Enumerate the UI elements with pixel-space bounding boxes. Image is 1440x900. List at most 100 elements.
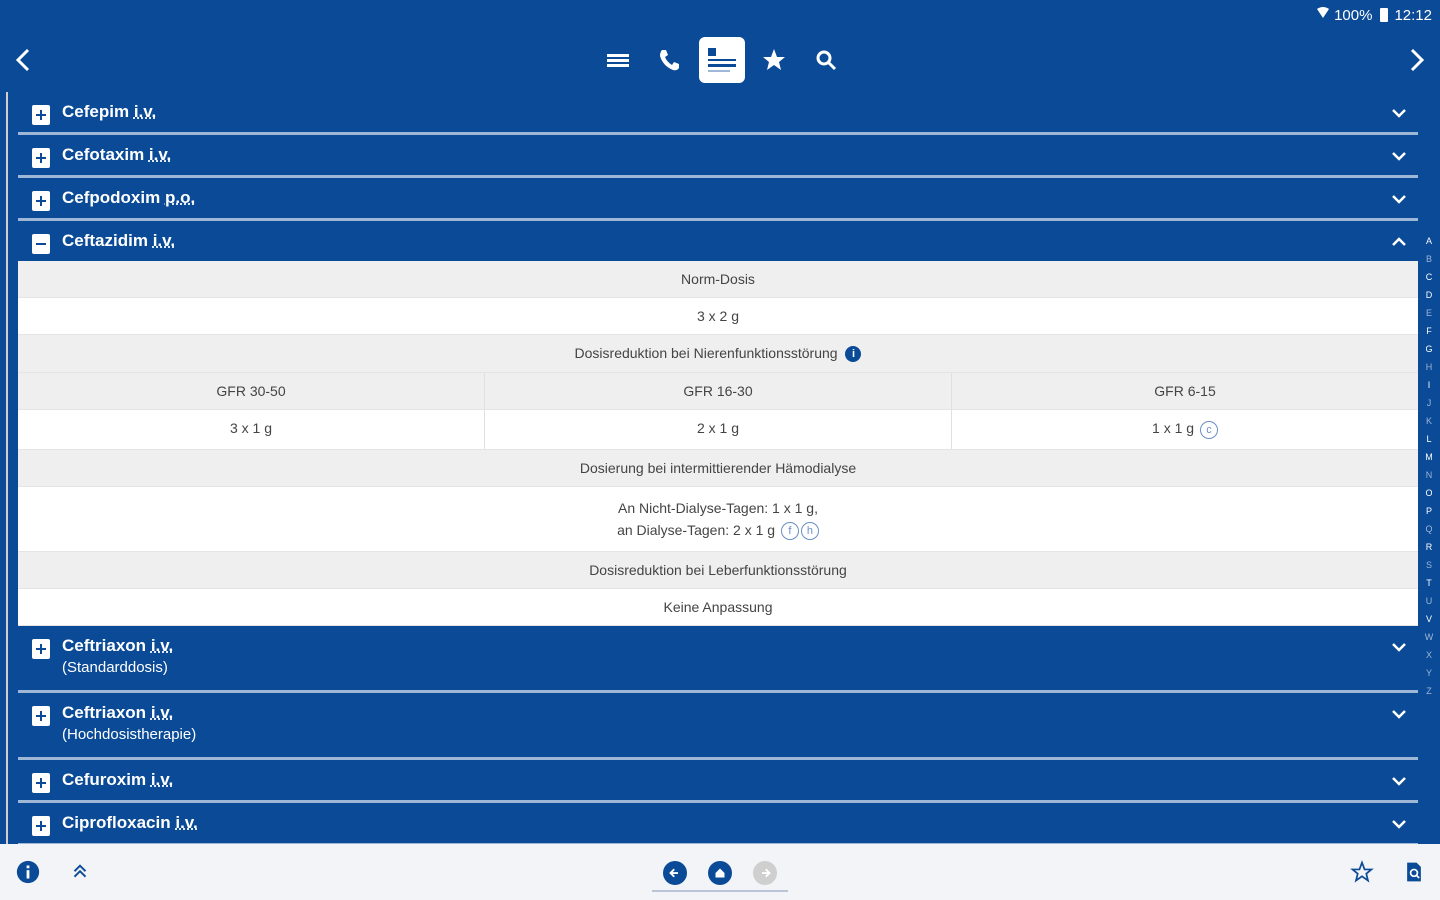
search-button[interactable] [800,36,852,84]
document-search-button[interactable] [1400,858,1428,886]
index-letter[interactable]: H [1426,358,1433,376]
gfr-value: 1 x 1 g [1152,420,1195,437]
collapse-icon [32,234,50,254]
drug-route: i.v. [148,145,172,164]
drug-row[interactable]: Ceftriaxon i.v. (Standarddosis) [18,625,1418,693]
search-icon [816,50,837,71]
index-letter[interactable]: Z [1426,682,1432,700]
info-icon[interactable]: i [845,346,862,363]
index-letter[interactable]: Y [1426,664,1432,682]
scroll-top-button[interactable] [66,858,94,886]
renal-reduction-header: Dosisreduktion bei Nierenfunktionsstörun… [18,335,1418,374]
dialysis-value: An Nicht-Dialyse-Tagen: 1 x 1 g, an Dial… [18,487,1418,552]
gfr-header: GFR 6-15 [952,373,1418,410]
drug-row[interactable]: Cefuroxim i.v. [18,759,1418,803]
index-letter[interactable]: T [1426,574,1432,592]
page-navigator [652,856,788,892]
previous-page-button[interactable] [662,861,687,885]
index-letter[interactable]: S [1426,556,1432,574]
norm-dose-label: Norm-Dosis [18,261,1418,298]
drug-row[interactable]: Cefotaxim i.v. [18,135,1418,178]
gfr-header: GFR 16-30 [485,373,952,410]
bottom-toolbar [0,844,1440,900]
star-outline-icon [1350,860,1374,883]
index-letter[interactable]: P [1426,502,1432,520]
drug-row-expanded[interactable]: Ceftazidim i.v. [18,221,1418,261]
index-letter[interactable]: D [1426,286,1433,304]
next-page-button[interactable] [753,861,778,885]
drug-route: i.v. [150,769,174,789]
expand-icon [32,638,50,659]
expand-icon [32,191,50,211]
chevron-down-icon [1392,819,1406,829]
index-letter[interactable]: O [1425,484,1432,502]
arrow-right-icon [762,868,772,878]
drug-name: Ciprofloxacin [62,812,171,832]
drug-row[interactable]: Ceftriaxon i.v. (Hochdosistherapie) [18,692,1418,760]
index-letter[interactable]: Q [1425,520,1432,538]
alphabet-index[interactable]: A B C D E F G H I J K L M N O P Q R S T … [1420,232,1438,700]
status-bar: 100% 12:12 [0,0,1440,30]
index-letter[interactable]: N [1426,466,1433,484]
index-letter[interactable]: L [1426,430,1431,448]
battery-level: 100% [1334,6,1373,24]
drug-row[interactable]: Cefepim i.v. [18,92,1418,135]
arrow-left-icon [668,868,678,878]
drug-name: Cefepim [62,102,130,121]
drug-name: Ceftriaxon [62,635,147,655]
top-toolbar [0,30,1440,90]
drug-route: i.v. [175,812,198,832]
drug-name: Ceftazidim [62,231,148,250]
menu-button[interactable] [592,36,644,84]
document-button[interactable] [696,36,748,84]
index-letter[interactable]: F [1426,322,1432,340]
index-letter[interactable]: A [1426,232,1432,250]
index-letter[interactable]: G [1425,340,1432,358]
info-button[interactable] [14,858,42,886]
index-letter[interactable]: K [1426,412,1432,430]
gfr-value: 2 x 1 g [485,410,952,449]
footnote-marker[interactable]: c [1199,420,1218,439]
index-letter[interactable]: W [1425,628,1434,646]
renal-reduction-label: Dosisreduktion bei Nierenfunktionsstörun… [574,345,838,361]
back-arrow-icon[interactable] [8,44,38,76]
index-letter[interactable]: V [1426,610,1432,628]
drug-name: Cefpodoxim [62,188,161,207]
gfr-values: 3 x 1 g 2 x 1 g 1 x 1 g c [18,410,1418,450]
index-letter[interactable]: X [1426,646,1432,664]
drug-row[interactable]: Cefpodoxim p.o. [18,178,1418,221]
drug-list: Cefepim i.v. Cefotaxim i.v. Cefpodoxim p… [8,92,1420,844]
clock: 12:12 [1394,6,1432,24]
phone-button[interactable] [644,36,696,84]
expand-icon [32,148,50,168]
chevron-down-icon [1392,109,1406,118]
forward-arrow-icon[interactable] [1402,44,1432,76]
drug-route: i.v. [133,102,157,121]
index-letter[interactable]: J [1427,394,1432,412]
drug-name: Cefotaxim [62,145,145,164]
dialysis-line-1: An Nicht-Dialyse-Tagen: 1 x 1 g, [618,499,818,516]
index-letter[interactable]: I [1428,376,1431,394]
add-favorite-button[interactable] [1348,858,1376,886]
expand-icon [32,105,50,125]
home-icon [715,868,725,878]
list-icon [607,54,629,67]
home-page-button[interactable] [707,861,732,885]
favorites-button[interactable] [748,36,800,84]
footnote-marker[interactable]: f [780,521,799,540]
index-letter[interactable]: E [1426,304,1432,322]
drug-name: Ceftriaxon [62,702,147,722]
footnote-marker[interactable]: h [800,521,819,540]
drug-name: Cefuroxim [62,769,147,789]
liver-reduction-value: Keine Anpassung [18,589,1418,626]
index-letter[interactable]: R [1426,538,1433,556]
chevron-down-icon [1392,776,1406,786]
drug-row[interactable]: Ciprofloxacin i.v. [18,802,1418,844]
index-letter[interactable]: U [1426,592,1433,610]
index-letter[interactable]: B [1426,250,1432,268]
gfr-header: GFR 30-50 [18,373,485,410]
double-chevron-up-icon [73,864,87,878]
index-letter[interactable]: M [1425,448,1433,466]
drug-subtitle: (Standarddosis) [62,658,168,676]
index-letter[interactable]: C [1426,268,1433,286]
